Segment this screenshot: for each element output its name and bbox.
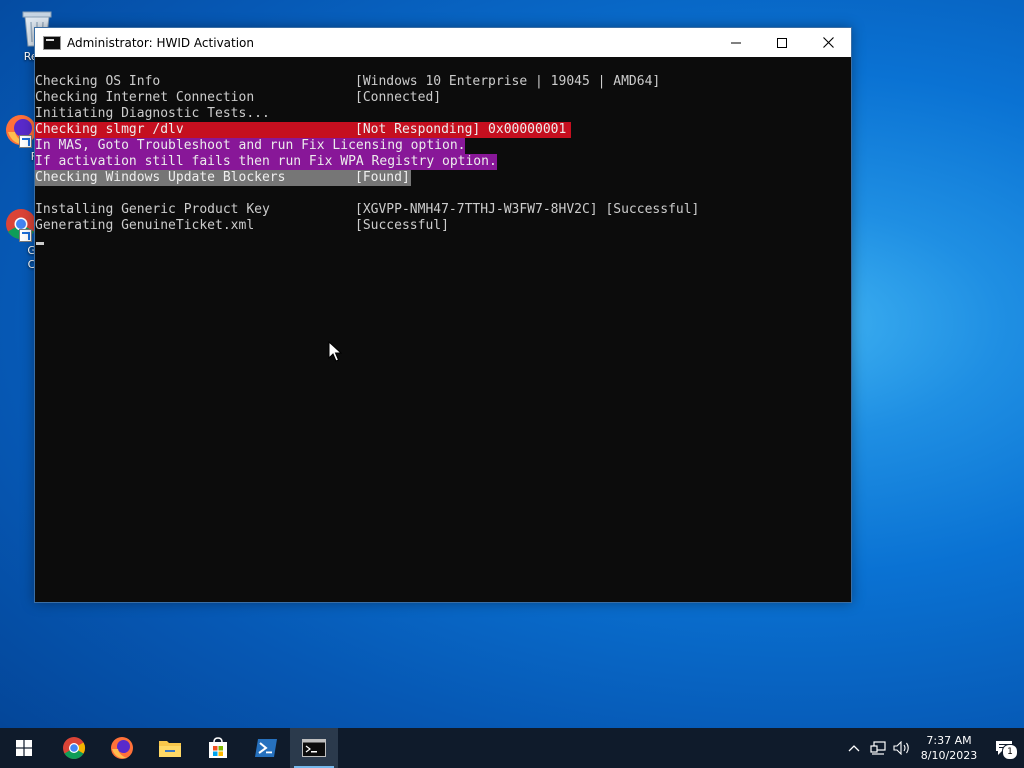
console-window[interactable]: Administrator: HWID Activation Checking …	[34, 27, 852, 603]
console-line-status: [Windows 10 Enterprise | 19045 | AMD64]	[355, 74, 661, 89]
console-line-hint: If activation still fails then run Fix W…	[35, 154, 851, 170]
maximize-button[interactable]	[759, 28, 805, 57]
taskbar-powershell[interactable]	[242, 728, 290, 768]
volume-icon	[893, 741, 909, 755]
minimize-button[interactable]	[713, 28, 759, 57]
taskbar-file-explorer[interactable]	[146, 728, 194, 768]
window-title: Administrator: HWID Activation	[67, 35, 255, 50]
taskbar-chrome[interactable]	[50, 728, 98, 768]
shortcut-arrow-icon	[19, 229, 32, 242]
console-line-status: [XGVPP-NMH47-7TTHJ-W3FW7-8HV2C] [Success…	[355, 202, 700, 217]
clock[interactable]: 7:37 AM 8/10/2023	[914, 733, 984, 763]
console-line-hint: In MAS, Goto Troubleshoot and run Fix Li…	[35, 138, 851, 154]
console-line: Checking Internet Connection [Connected]	[35, 90, 851, 106]
console-line-label: If activation still fails then run Fix W…	[35, 154, 497, 170]
console-line-status: [Found]	[355, 170, 410, 186]
close-button[interactable]	[805, 28, 851, 57]
console-line-label: Initiating Diagnostic Tests...	[35, 106, 270, 121]
console-line-label: Checking Internet Connection	[35, 90, 255, 105]
title-bar[interactable]: Administrator: HWID Activation	[35, 28, 851, 57]
maximize-icon	[777, 37, 787, 48]
console-line-label: Generating GenuineTicket.xml	[35, 218, 255, 233]
shortcut-arrow-icon	[19, 135, 32, 148]
console-output[interactable]: Checking OS Info [Windows 10 Enterprise …	[35, 74, 851, 602]
clock-date: 8/10/2023	[920, 749, 978, 762]
chevron-up-icon	[848, 745, 860, 752]
console-line-label: Installing Generic Product Key	[35, 202, 270, 217]
console-line: Installing Generic Product Key [XGVPP-NM…	[35, 202, 851, 218]
minimize-icon	[731, 42, 741, 43]
firefox-icon	[111, 737, 133, 759]
store-icon	[209, 737, 227, 758]
taskbar-store[interactable]	[194, 728, 242, 768]
console-line-warning: Checking Windows Update Blockers [Found]	[35, 170, 851, 186]
volume-button[interactable]	[890, 728, 914, 768]
console-line-label: Checking OS Info	[35, 74, 161, 89]
console-line-label: In MAS, Goto Troubleshoot and run Fix Li…	[35, 138, 466, 154]
taskbar: 7:37 AM 8/10/2023 1	[0, 728, 1024, 768]
show-hidden-icons-button[interactable]	[842, 728, 866, 768]
command-prompt-icon	[43, 35, 61, 50]
notification-count-badge: 1	[1002, 744, 1018, 760]
console-line-error: Checking slmgr /dlv [Not Responding] 0x0…	[35, 122, 851, 138]
console-line: Generating GenuineTicket.xml [Successful…	[35, 218, 851, 234]
text-cursor	[36, 242, 44, 245]
system-tray: 7:37 AM 8/10/2023 1	[842, 728, 1024, 768]
console-line-status: [Not Responding] 0x00000001	[355, 122, 567, 138]
mouse-pointer-icon	[328, 341, 342, 362]
console-line-status: [Successful]	[355, 218, 449, 233]
start-icon	[16, 740, 32, 756]
command-prompt-icon	[302, 739, 326, 757]
file-explorer-icon	[159, 741, 181, 757]
close-icon	[822, 37, 834, 48]
start-button[interactable]	[0, 728, 48, 768]
action-center-button[interactable]: 1	[984, 728, 1024, 768]
console-line-status: [Connected]	[355, 90, 442, 105]
taskbar-command-prompt[interactable]	[290, 728, 338, 768]
taskbar-firefox[interactable]	[98, 728, 146, 768]
chrome-icon	[63, 737, 85, 759]
powershell-icon	[255, 739, 277, 757]
console-line: Checking OS Info [Windows 10 Enterprise …	[35, 74, 851, 90]
console-line: Initiating Diagnostic Tests...	[35, 106, 851, 122]
clock-time: 7:37 AM	[926, 734, 972, 747]
network-button[interactable]	[866, 728, 890, 768]
network-icon	[870, 741, 886, 755]
console-cursor-line	[35, 234, 851, 250]
